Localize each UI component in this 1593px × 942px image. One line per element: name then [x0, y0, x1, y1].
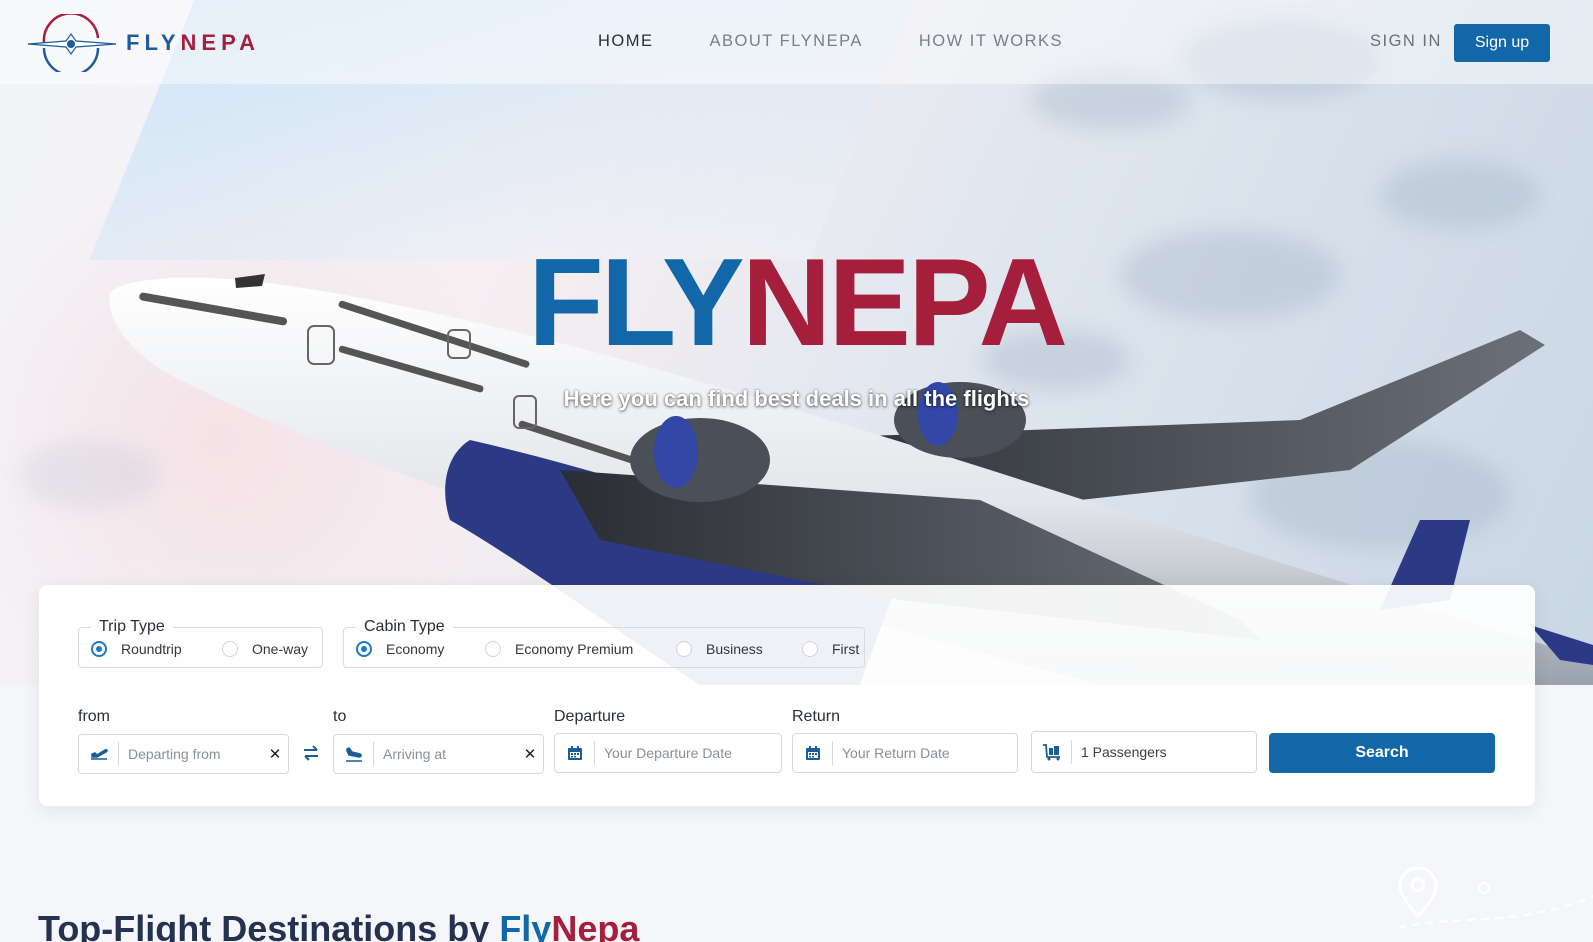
nav-home-link[interactable]: HOME: [598, 32, 654, 51]
cabin-first-radio[interactable]: First: [802, 641, 859, 657]
radio-checked-icon: [356, 641, 372, 657]
return-date-input[interactable]: Your Return Date: [792, 733, 1018, 773]
luggage-icon: [1032, 740, 1072, 764]
departure-date-input[interactable]: Your Departure Date: [554, 733, 782, 773]
cabin-type-legend: Cabin Type: [364, 618, 445, 635]
calendar-icon: [555, 741, 595, 765]
landing-icon: [334, 742, 374, 766]
swap-locations-icon[interactable]: [301, 743, 321, 767]
clear-to-icon[interactable]: ✕: [517, 745, 543, 763]
clear-from-icon[interactable]: ✕: [262, 745, 288, 763]
from-label: from: [78, 708, 110, 725]
hero-banner: FLYNEPA Here you can find best deals in …: [0, 0, 1593, 685]
cabin-business-radio[interactable]: Business: [676, 641, 763, 657]
trip-roundtrip-radio[interactable]: Roundtrip: [91, 641, 182, 657]
hero-title: FLYNEPA: [527, 234, 1068, 372]
brand-logo[interactable]: FLYNEPA: [26, 12, 260, 77]
flight-search-form: Trip Type Roundtrip One-way Cabin Type E…: [39, 585, 1535, 806]
search-button[interactable]: Search: [1269, 733, 1495, 773]
passengers-select[interactable]: 1 Passengers: [1031, 731, 1257, 773]
section-title: Top-Flight Destinations by FlyNepa: [38, 908, 640, 942]
airplane-logo-icon: [26, 12, 118, 77]
departure-label: Departure: [554, 708, 626, 725]
radio-unchecked-icon: [802, 641, 818, 657]
return-label: Return: [792, 708, 841, 725]
sign-in-link[interactable]: SIGN IN: [1370, 32, 1442, 51]
radio-unchecked-icon: [485, 641, 501, 657]
trip-type-legend: Trip Type: [99, 618, 165, 635]
nav-about-link[interactable]: ABOUT FLYNEPA: [710, 32, 863, 51]
top-navbar: FLYNEPA HOME ABOUT FLYNEPA HOW IT WORKS …: [0, 0, 1593, 84]
cabin-economy-premium-radio[interactable]: Economy Premium: [485, 641, 633, 657]
nav-how-it-works-link[interactable]: HOW IT WORKS: [919, 32, 1063, 51]
to-label: to: [333, 708, 347, 725]
radio-unchecked-icon: [222, 641, 238, 657]
hero-subtitle: Here you can find best deals in all the …: [563, 386, 1030, 411]
takeoff-icon: [79, 742, 119, 766]
calendar-icon: [793, 741, 833, 765]
location-pin-icon: [1398, 866, 1593, 929]
nav-links: HOME ABOUT FLYNEPA HOW IT WORKS: [598, 32, 1063, 51]
cabin-economy-radio[interactable]: Economy: [356, 641, 444, 657]
radio-unchecked-icon: [676, 641, 692, 657]
sign-up-button[interactable]: Sign up: [1454, 24, 1550, 62]
to-input[interactable]: Arriving at ✕: [333, 734, 544, 774]
trip-oneway-radio[interactable]: One-way: [222, 641, 308, 657]
radio-checked-icon: [91, 641, 107, 657]
from-input[interactable]: Departing from ✕: [78, 734, 289, 774]
